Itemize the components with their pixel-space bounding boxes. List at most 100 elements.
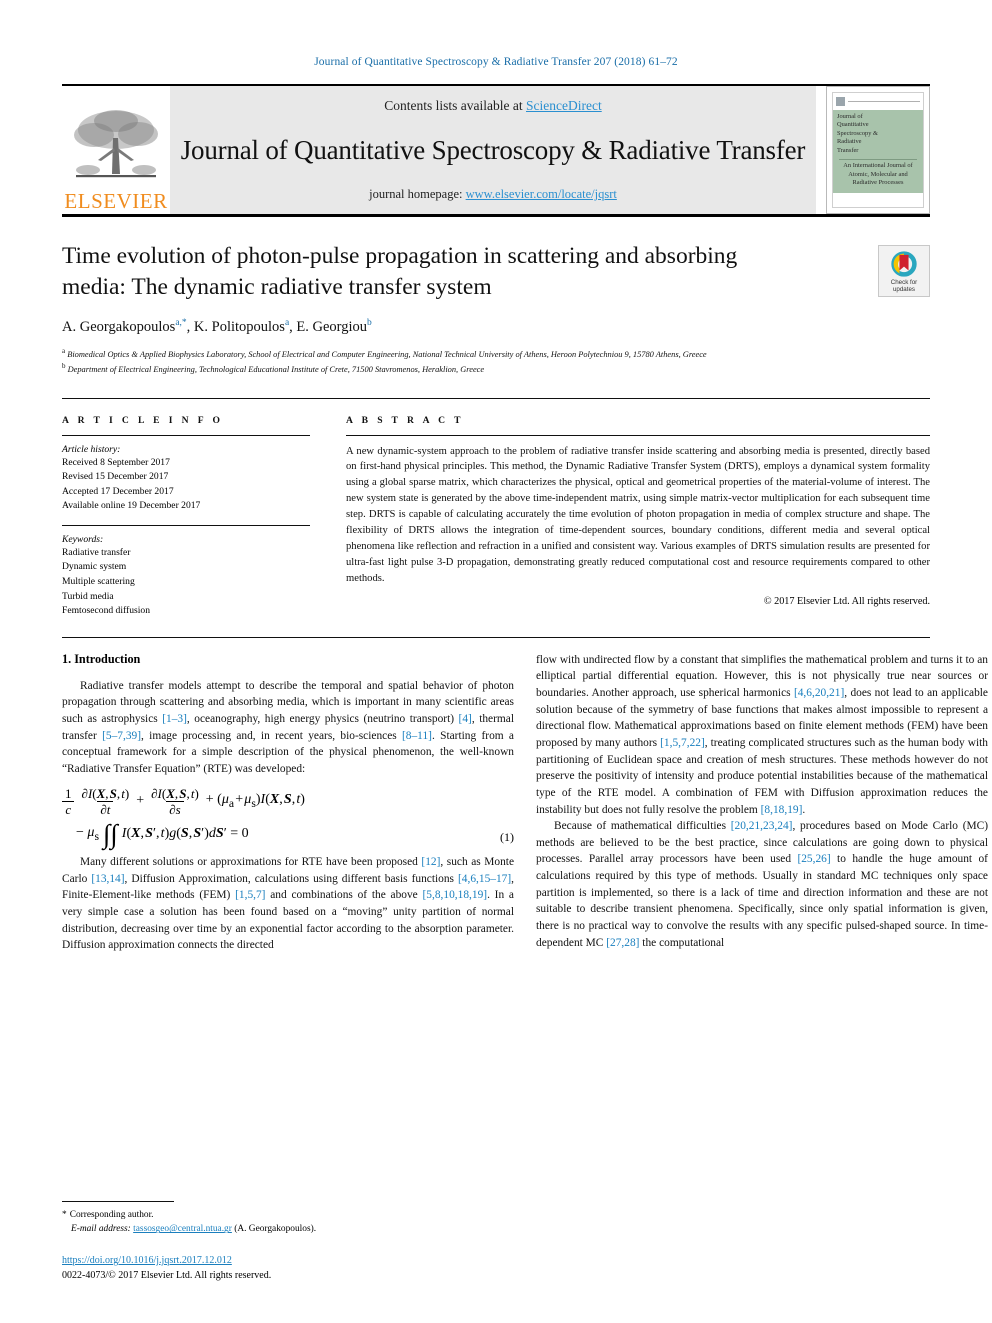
abstract-copyright: © 2017 Elsevier Ltd. All rights reserved… [763, 595, 930, 607]
article-info-rule [62, 434, 310, 436]
equation-number: (1) [500, 830, 514, 845]
text-run: , oceanography, high energy physics (neu… [186, 713, 459, 726]
citation-ref[interactable]: [1–3] [162, 713, 187, 725]
email-suffix: (A. Georgakopoulos). [234, 1224, 317, 1235]
history-revised: Revised 15 December 2017 [62, 471, 169, 483]
article-history-label: Article history: [62, 443, 121, 455]
keyword-item: Dynamic system [62, 561, 127, 573]
elsevier-wordmark: ELSEVIER [64, 189, 168, 213]
citation-ref[interactable]: [27,28] [606, 937, 639, 949]
homepage-prefix: journal homepage: [369, 187, 466, 201]
cover-footer-text: An International Journal of Atomic, Mole… [843, 162, 913, 187]
citation-ref[interactable]: [5–7,39] [102, 730, 141, 742]
cover-logo-chip [836, 97, 845, 106]
text-run: Because of mathematical difficulties [554, 820, 731, 833]
article-info-heading: A R T I C L E I N F O [62, 414, 224, 426]
footnote-corresponding-text: Corresponding author. [69, 1209, 154, 1220]
eq-second-line: − μs ∫∫ I(X, S′, t)g(S, S′)dS′ = 0 [62, 820, 514, 847]
affiliation-b-text: Department of Electrical Engineering, Te… [67, 364, 485, 374]
journal-title: Journal of Quantitative Spectroscopy & R… [180, 135, 806, 165]
cover-blank-area [833, 192, 923, 207]
citation-ref[interactable]: [8,18,19] [761, 804, 803, 816]
sciencedirect-link[interactable]: ScienceDirect [526, 98, 602, 113]
eq-frac-dI-ds: ∂I(X, S, t) ∂s [151, 785, 199, 817]
citation-ref[interactable]: [1,5,7] [235, 889, 265, 901]
footnote-email: E-mail address: tassosgeo@central.ntua.g… [62, 1222, 514, 1237]
contents-prefix: Contents lists available at [384, 98, 526, 113]
title-block: Time evolution of photon-pulse propagati… [62, 241, 930, 376]
journal-cover-thumbnail: Journal of Quantitative Spectroscopy & R… [826, 86, 930, 214]
text-run: . [802, 803, 806, 816]
asterisk-icon: * [62, 1209, 67, 1220]
paragraph-right-2: Because of mathematical difficulties [20… [536, 818, 988, 951]
footnote-rule [62, 1200, 174, 1202]
eq-frac-dI-dt: ∂I(X, S, t) ∂t [81, 785, 130, 817]
info-abstract-row: A R T I C L E I N F O Article history: R… [62, 397, 930, 619]
equation-rte: 1c ∂I(X, S, t) ∂t + ∂I(X, S, t) ∂s + (μa… [62, 785, 514, 847]
crossmark-badge[interactable]: Check for updates [878, 245, 930, 297]
issn-copyright-line: 0022-4073/© 2017 Elsevier Ltd. All right… [62, 1269, 272, 1281]
page-title: Time evolution of photon-pulse propagati… [62, 243, 738, 300]
affiliations: a Biomedical Optics & Applied Biophysics… [62, 346, 930, 376]
crossmark-label-line1: Check for [890, 278, 918, 286]
cover-title-line-5: Transfer [837, 146, 859, 154]
keyword-item: Radiative transfer [62, 546, 131, 558]
citation-ref[interactable]: [1,5,7,22] [660, 737, 705, 749]
citation-ref[interactable]: [4,6,15–17] [458, 873, 511, 885]
text-run: , image processing and, in recent years,… [141, 729, 402, 742]
affiliation-a: a Biomedical Optics & Applied Biophysics… [62, 346, 707, 359]
keyword-item: Multiple scattering [62, 576, 135, 588]
footnote-area: * Corresponding author. E-mail address: t… [62, 1200, 514, 1237]
citation-ref[interactable]: [12] [421, 856, 440, 868]
journal-homepage-line: journal homepage: www.elsevier.com/locat… [369, 187, 617, 202]
history-accepted: Accepted 17 December 2017 [62, 485, 174, 497]
cover-title-line-4: Radiative [837, 138, 862, 146]
citation-ref[interactable]: [4,6,20,21] [794, 687, 844, 699]
cover-header-rule [848, 100, 920, 103]
crossmark-label-line2: updates [892, 286, 915, 293]
eq-integrand: I(X, S′, t)g(S, S′)dS′ = 0 [121, 826, 249, 842]
contents-available-line: Contents lists available at ScienceDirec… [384, 98, 601, 114]
journal-homepage-link[interactable]: www.elsevier.com/locate/jqsrt [466, 187, 617, 201]
cover-divider [839, 159, 917, 161]
body-column-right: flow with undirected flow by a constant … [536, 652, 988, 954]
article-info-column: A R T I C L E I N F O Article history: R… [62, 415, 310, 619]
masthead-bottom-rule [62, 214, 930, 217]
abstract-column: A B S T R A C T A new dynamic-system app… [346, 415, 930, 619]
citation-ref[interactable]: [4] [459, 713, 472, 725]
email-link[interactable]: tassosgeo@central.ntua.gr [133, 1224, 232, 1234]
abstract-text: A new dynamic-system approach to the pro… [346, 445, 930, 584]
keyword-item: Femtosecond diffusion [62, 605, 151, 617]
paper-page: Journal of Quantitative Spectroscopy & R… [0, 0, 992, 1323]
abstract-heading: A B S T R A C T [346, 414, 464, 426]
keywords-label: Keywords: [62, 533, 104, 545]
keyword-item: Turbid media [62, 590, 114, 602]
paragraph-intro-2: Many different solutions or approximatio… [62, 854, 514, 954]
crossmark-icon [891, 251, 917, 277]
affiliation-a-text: Biomedical Optics & Applied Biophysics L… [67, 349, 707, 359]
affiliation-b: b Department of Electrical Engineering, … [62, 361, 485, 374]
elsevier-tree-icon [74, 110, 158, 178]
text-run: to handle the huge amount of calculation… [536, 853, 988, 949]
eq-frac-1-c: 1c [62, 787, 75, 816]
history-received: Received 8 September 2017 [62, 456, 170, 468]
citation-ref[interactable]: [13,14] [91, 873, 124, 885]
citation-ref[interactable]: [20,21,23,24] [731, 820, 793, 832]
cover-title-line-3: Spectroscopy & [837, 129, 878, 137]
eq-minus-mus: − μs [76, 825, 99, 843]
keywords-block: Keywords: Radiative transfer Dynamic sys… [62, 524, 310, 619]
running-head: Journal of Quantitative Spectroscopy & R… [314, 56, 678, 68]
citation-ref[interactable]: [8–11] [402, 730, 432, 742]
elsevier-logo: ELSEVIER [62, 86, 170, 214]
email-label: E-mail address: [71, 1224, 131, 1235]
abstract-rule [346, 434, 930, 436]
doi-link[interactable]: https://doi.org/10.1016/j.jqsrt.2017.12.… [62, 1255, 232, 1266]
text-run: Many different solutions or approximatio… [80, 856, 422, 869]
cover-title-line-2: Quantitative [837, 121, 869, 129]
citation-ref[interactable]: [5,8,10,18,19] [423, 889, 488, 901]
paragraph-right-1: flow with undirected flow by a constant … [536, 652, 988, 818]
cover-title-band: Journal of Quantitative Spectroscopy & R… [833, 110, 923, 193]
text-run: and combinations of the above [265, 889, 423, 902]
citation-ref[interactable]: [25,26] [797, 853, 830, 865]
eq-plus-1: + [136, 793, 145, 809]
